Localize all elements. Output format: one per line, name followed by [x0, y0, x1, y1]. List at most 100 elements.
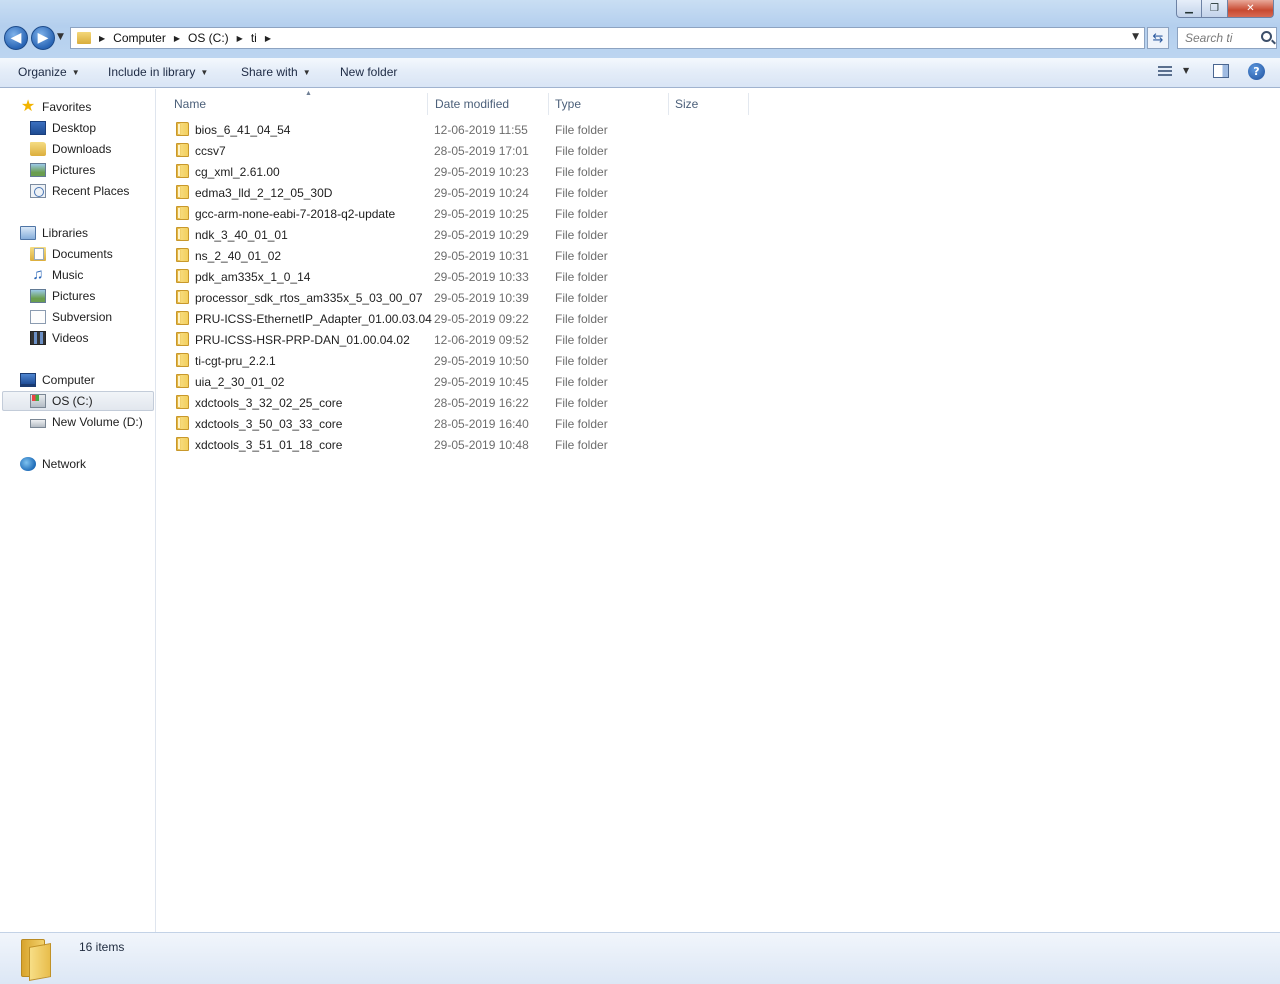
file-type: File folder — [555, 123, 608, 137]
chevron-right-icon[interactable]: ▶ — [174, 34, 180, 43]
chevron-right-icon[interactable]: ▶ — [265, 34, 271, 43]
breadcrumb-os-c[interactable]: OS (C:) — [188, 31, 229, 45]
file-row[interactable]: bios_6_41_04_54 12-06-2019 11:55 File fold… — [171, 119, 1071, 140]
pictures-icon — [30, 163, 46, 177]
address-bar[interactable]: ▶ Computer ▶ OS (C:) ▶ ti ▶ ▼ — [70, 27, 1145, 49]
chevron-down-icon: ▼ — [302, 67, 311, 77]
nav-item-documents[interactable]: Documents — [30, 244, 113, 264]
column-header-date-modified[interactable]: Date modified — [429, 93, 549, 115]
file-date-modified: 28-05-2019 16:22 — [434, 396, 529, 410]
file-row[interactable]: xdctools_3_50_03_33_core 28-05-2019 16:40… — [171, 413, 1071, 434]
file-name: ns_2_40_01_02 — [195, 249, 282, 263]
file-row[interactable]: gcc-arm-none-eabi-7-2018-q2-update 29-05-… — [171, 203, 1071, 224]
chevron-right-icon[interactable]: ▶ — [237, 34, 243, 43]
chevron-down-icon: ▼ — [71, 67, 80, 77]
nav-item-recent-places[interactable]: Recent Places — [30, 181, 129, 201]
file-row[interactable]: ndk_3_40_01_01 29-05-2019 10:29 File folde… — [171, 224, 1071, 245]
desktop-icon — [30, 121, 46, 135]
nav-item-desktop[interactable]: Desktop — [30, 118, 96, 138]
file-date-modified: 28-05-2019 17:01 — [434, 144, 529, 158]
column-header-name[interactable]: ▲ Name — [168, 90, 428, 115]
folder-icon — [176, 143, 189, 157]
help-icon[interactable]: ? — [1248, 63, 1265, 80]
nav-item-subversion[interactable]: Subversion — [30, 307, 112, 327]
include-in-library-button[interactable]: Include in library ▼ — [108, 65, 208, 79]
nav-item-library-pictures[interactable]: Pictures — [30, 286, 95, 306]
nav-item-music[interactable]: ♫ Music — [30, 265, 83, 285]
network-icon — [20, 457, 36, 471]
file-row[interactable]: edma3_lld_2_12_05_30D 29-05-2019 10:24 Fil… — [171, 182, 1071, 203]
forward-button[interactable]: ▶ — [31, 26, 55, 50]
file-type: File folder — [555, 270, 608, 284]
nav-libraries[interactable]: Libraries — [20, 223, 88, 243]
chevron-down-icon[interactable]: ▼ — [1183, 66, 1189, 75]
file-date-modified: 29-05-2019 10:24 — [434, 186, 529, 200]
file-date-modified: 29-05-2019 10:48 — [434, 438, 529, 452]
file-row[interactable]: ns_2_40_01_02 29-05-2019 10:31 File folder — [171, 245, 1071, 266]
column-header-size[interactable]: Size — [669, 93, 749, 115]
file-row[interactable]: processor_sdk_rtos_am335x_5_03_00_07 29-0… — [171, 287, 1071, 308]
file-name: xdctools_3_32_02_25_core — [195, 396, 343, 410]
folder-icon — [176, 206, 189, 220]
column-header-label: Type — [555, 97, 582, 111]
breadcrumb-computer[interactable]: Computer — [113, 31, 166, 45]
file-row[interactable]: xdctools_3_32_02_25_core 28-05-2019 16:22… — [171, 392, 1071, 413]
file-row[interactable]: pdk_am335x_1_0_14 29-05-2019 10:33 File fo… — [171, 266, 1071, 287]
search-input[interactable] — [1185, 31, 1259, 45]
folder-icon — [176, 164, 189, 178]
nav-item-label: Subversion — [52, 310, 113, 324]
share-with-button[interactable]: Share with ▼ — [241, 65, 311, 79]
preview-pane-icon[interactable] — [1213, 64, 1229, 78]
drive-icon — [30, 419, 46, 428]
file-name: pdk_am335x_1_0_14 — [195, 270, 311, 284]
back-button[interactable]: ◀ — [4, 26, 28, 50]
refresh-icon: ⇆ — [1152, 30, 1164, 46]
file-row[interactable]: PRU-ICSS-HSR-PRP-DAN_01.00.04.02 12-06-20… — [171, 329, 1071, 350]
videos-icon — [30, 331, 46, 345]
file-row[interactable]: cg_xml_2.61.00 29-05-2019 10:23 File folde… — [171, 161, 1071, 182]
file-row[interactable]: ti-cgt-pru_2.2.1 29-05-2019 10:50 File fol… — [171, 350, 1071, 371]
file-date-modified: 29-05-2019 10:33 — [434, 270, 529, 284]
nav-item-os-c[interactable]: OS (C:) — [2, 391, 154, 411]
breadcrumb-ti[interactable]: ti — [251, 31, 257, 45]
view-options-icon[interactable] — [1158, 66, 1172, 77]
refresh-button[interactable]: ⇆ — [1147, 27, 1169, 49]
chevron-right-icon[interactable]: ▶ — [99, 34, 105, 43]
maximize-button[interactable]: ❐ — [1202, 0, 1228, 18]
recent-pages-dropdown[interactable]: ▼ — [57, 32, 64, 42]
nav-item-label: Music — [52, 268, 84, 282]
file-name: edma3_lld_2_12_05_30D — [195, 186, 333, 200]
search-icon[interactable] — [1261, 31, 1272, 42]
file-name: xdctools_3_50_03_33_core — [195, 417, 343, 431]
include-in-library-label: Include in library — [108, 65, 196, 79]
file-row[interactable]: ccsv7 28-05-2019 17:01 File folder — [171, 140, 1071, 161]
file-row[interactable]: xdctools_3_51_01_18_core 29-05-2019 10:48… — [171, 434, 1071, 455]
nav-item-pictures[interactable]: Pictures — [30, 160, 95, 180]
minimize-button[interactable]: ▁ — [1176, 0, 1202, 18]
file-name: gcc-arm-none-eabi-7-2018-q2-update — [195, 207, 396, 221]
nav-computer[interactable]: Computer — [20, 370, 95, 390]
file-list: ▲ Name Date modified Type Size bios_6_41… — [157, 89, 1280, 932]
nav-network[interactable]: Network — [20, 454, 86, 474]
nav-item-new-volume-d[interactable]: New Volume (D:) — [30, 412, 143, 432]
subversion-icon — [30, 310, 46, 324]
nav-favorites[interactable]: ★ Favorites — [20, 97, 92, 117]
organize-button[interactable]: Organize ▼ — [18, 65, 80, 79]
nav-item-videos[interactable]: Videos — [30, 328, 88, 348]
new-folder-label: New folder — [340, 65, 398, 79]
folder-icon — [176, 227, 189, 241]
nav-item-downloads[interactable]: Downloads — [30, 139, 111, 159]
file-row[interactable]: uia_2_30_01_02 29-05-2019 10:45 File folde… — [171, 371, 1071, 392]
column-header-type[interactable]: Type — [549, 93, 669, 115]
new-folder-button[interactable]: New folder — [340, 65, 397, 79]
star-icon: ★ — [20, 98, 36, 115]
file-row[interactable]: PRU-ICSS-EthernetIP_Adapter_01.00.03.04 2… — [171, 308, 1071, 329]
chevron-down-icon: ▼ — [200, 67, 209, 77]
folder-icon — [176, 437, 189, 451]
search-box[interactable] — [1177, 27, 1277, 49]
close-button[interactable]: ✕ — [1228, 0, 1274, 18]
address-history-dropdown[interactable]: ▼ — [1132, 32, 1139, 42]
recent-places-icon — [30, 184, 46, 198]
file-type: File folder — [555, 396, 608, 410]
file-name: bios_6_41_04_54 — [195, 123, 291, 137]
